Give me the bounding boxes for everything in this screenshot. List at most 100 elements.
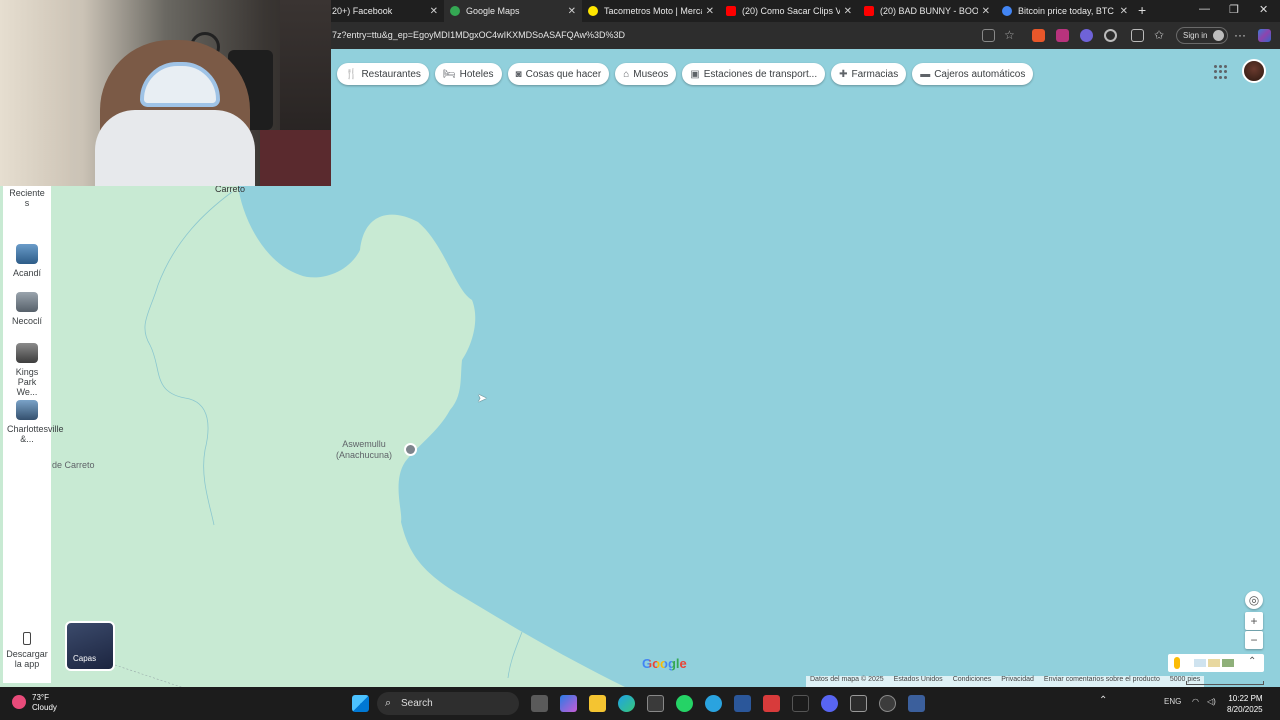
- imagery-thumb[interactable]: [1208, 659, 1220, 667]
- new-tab-button[interactable]: +: [1138, 2, 1146, 18]
- input-language[interactable]: ENG: [1164, 697, 1181, 706]
- chip-restaurantes[interactable]: 🍴 Restaurantes: [337, 63, 429, 85]
- rail-item-recientes[interactable]: Recientes: [3, 188, 51, 208]
- rail-item-label: Kings Park We...: [15, 367, 39, 397]
- tab-youtube-clips[interactable]: (20) Como Sacar Clips Viral ✕: [720, 0, 858, 22]
- volume-icon[interactable]: ◁): [1207, 697, 1216, 706]
- footer-privacy[interactable]: Privacidad: [1001, 676, 1034, 687]
- copilot-taskbar-icon[interactable]: [560, 695, 577, 712]
- calculator-icon[interactable]: [908, 695, 925, 712]
- zoom-out-button[interactable]: −: [1245, 631, 1263, 649]
- tab-mercadolibre[interactable]: Tacometros Moto | Mercad ✕: [582, 0, 720, 22]
- favorite-star-icon[interactable]: ☆: [1004, 29, 1017, 42]
- place-pin-icon[interactable]: [404, 443, 417, 456]
- minimize-icon[interactable]: —: [1199, 3, 1210, 15]
- place-thumbnail: [16, 400, 38, 420]
- account-avatar[interactable]: [1242, 59, 1266, 83]
- chip-cosas-que-hacer[interactable]: ◙ Cosas que hacer: [507, 63, 610, 85]
- rail-item-acandi[interactable]: Acandí: [3, 244, 51, 278]
- discord-icon[interactable]: [821, 695, 838, 712]
- chevron-up-icon[interactable]: ⌃: [1248, 656, 1256, 667]
- rail-item-download-app[interactable]: Descargar la app: [3, 632, 51, 669]
- zoom-in-button[interactable]: +: [1245, 612, 1263, 630]
- app-available-icon[interactable]: [982, 29, 995, 42]
- weather-widget[interactable]: 73°F Cloudy: [12, 693, 57, 713]
- terminal-icon[interactable]: [792, 695, 809, 712]
- clock-date: 8/20/2025: [1227, 705, 1263, 714]
- layers-button[interactable]: Capas: [65, 621, 115, 671]
- mercadolibre-favicon-icon: [588, 6, 598, 16]
- google-logo: Google: [642, 656, 687, 671]
- street-view-bar[interactable]: ⌃: [1168, 654, 1264, 672]
- file-explorer-icon[interactable]: [589, 695, 606, 712]
- google-apps-icon[interactable]: [1214, 65, 1228, 79]
- store-icon[interactable]: [647, 695, 664, 712]
- windows-taskbar: 73°F Cloudy ⌕ Search ⌃ ENG ◠ ◁) 10:22 PM…: [0, 687, 1280, 720]
- chip-hoteles[interactable]: 🛏 Hoteles: [434, 63, 502, 85]
- left-rail: Recientes Acandí Necoclí Kings Park We..…: [3, 186, 64, 683]
- restore-icon[interactable]: ❐: [1229, 3, 1239, 16]
- tab-google-maps[interactable]: Google Maps ✕: [444, 0, 582, 22]
- edge-browser-icon[interactable]: [618, 695, 635, 712]
- task-view-icon[interactable]: [531, 695, 548, 712]
- transit-icon: ▣: [690, 68, 700, 80]
- close-window-icon[interactable]: ✕: [1259, 3, 1268, 16]
- rail-item-label: Necoclí: [11, 316, 42, 326]
- imagery-thumb[interactable]: [1194, 659, 1206, 667]
- close-icon[interactable]: ✕: [568, 6, 576, 17]
- wifi-icon[interactable]: ◠: [1192, 697, 1199, 706]
- copilot-icon[interactable]: [1258, 29, 1271, 42]
- footer-country[interactable]: Estados Unidos: [894, 676, 943, 687]
- rail-item-charlottesville[interactable]: Charlottesville &...: [3, 400, 64, 444]
- favorites-icon[interactable]: ✩: [1154, 29, 1167, 42]
- taskbar-search[interactable]: ⌕ Search: [377, 692, 519, 715]
- place-name-alt: (Anachucuna): [336, 450, 393, 460]
- close-icon[interactable]: ✕: [844, 6, 852, 17]
- tab-youtube-bad-bunny[interactable]: (20) BAD BUNNY - BOOKER ✕: [858, 0, 996, 22]
- place-label[interactable]: Aswemullu (Anachucuna): [336, 439, 392, 461]
- windows-start-icon[interactable]: [352, 695, 369, 712]
- chip-cajeros[interactable]: ▬ Cajeros automáticos: [912, 63, 1034, 85]
- imagery-thumb[interactable]: [1222, 659, 1234, 667]
- rail-item-kings-park[interactable]: Kings Park We...: [3, 343, 51, 397]
- close-icon[interactable]: ✕: [706, 6, 714, 17]
- footer-terms[interactable]: Condiciones: [953, 676, 992, 687]
- split-screen-icon[interactable]: [1131, 29, 1144, 42]
- sign-in-button[interactable]: Sign in: [1176, 27, 1228, 44]
- camera-icon: ◙: [515, 68, 522, 80]
- telegram-icon[interactable]: [705, 695, 722, 712]
- system-clock[interactable]: 10:22 PM 8/20/2025: [1227, 693, 1263, 715]
- whatsapp-icon[interactable]: [676, 695, 693, 712]
- close-icon[interactable]: ✕: [1120, 6, 1128, 17]
- close-icon[interactable]: ✕: [982, 6, 990, 17]
- rail-item-label: Charlottesville &...: [7, 424, 64, 444]
- search-icon: ⌕: [385, 697, 392, 709]
- extension-icon[interactable]: [1032, 29, 1045, 42]
- close-icon[interactable]: ✕: [430, 6, 438, 17]
- more-options-button[interactable]: ···: [1234, 28, 1246, 42]
- chevron-up-icon[interactable]: ⌃: [1099, 695, 1107, 706]
- url-field[interactable]: 7z?entry=ttu&g_ep=EgoyMDI1MDgxOC4wIKXMDS…: [332, 30, 625, 40]
- pegman-icon[interactable]: [1174, 657, 1180, 669]
- chip-museos[interactable]: ⌂ Museos: [615, 63, 677, 85]
- tab-facebook[interactable]: 20+) Facebook ✕: [326, 0, 444, 22]
- streamer-shirt: [95, 110, 255, 186]
- my-location-button[interactable]: ◎: [1245, 591, 1263, 609]
- tab-title: (20) Como Sacar Clips Viral: [742, 6, 840, 16]
- rail-item-necocli[interactable]: Necoclí: [3, 292, 51, 326]
- extension-icon[interactable]: [1080, 29, 1093, 42]
- footer-feedback[interactable]: Enviar comentarios sobre el producto: [1044, 676, 1160, 687]
- tab-title: Tacometros Moto | Mercad: [604, 6, 702, 16]
- pen-app-icon[interactable]: [850, 695, 867, 712]
- app-icon[interactable]: [734, 695, 751, 712]
- chip-estaciones[interactable]: ▣ Estaciones de transport...: [682, 63, 826, 85]
- chip-farmacias[interactable]: ✚ Farmacias: [831, 63, 907, 85]
- land-mass: [0, 186, 625, 687]
- footer-map-data: Datos del mapa © 2025: [810, 676, 884, 683]
- tab-bitcoin-price[interactable]: Bitcoin price today, BTC to ✕: [996, 0, 1134, 22]
- settings-gear-icon[interactable]: [879, 695, 896, 712]
- chip-label: Cajeros automáticos: [934, 68, 1026, 80]
- extension-icon[interactable]: [1056, 29, 1069, 42]
- extensions-puzzle-icon[interactable]: [1104, 29, 1117, 42]
- wps-office-icon[interactable]: [763, 695, 780, 712]
